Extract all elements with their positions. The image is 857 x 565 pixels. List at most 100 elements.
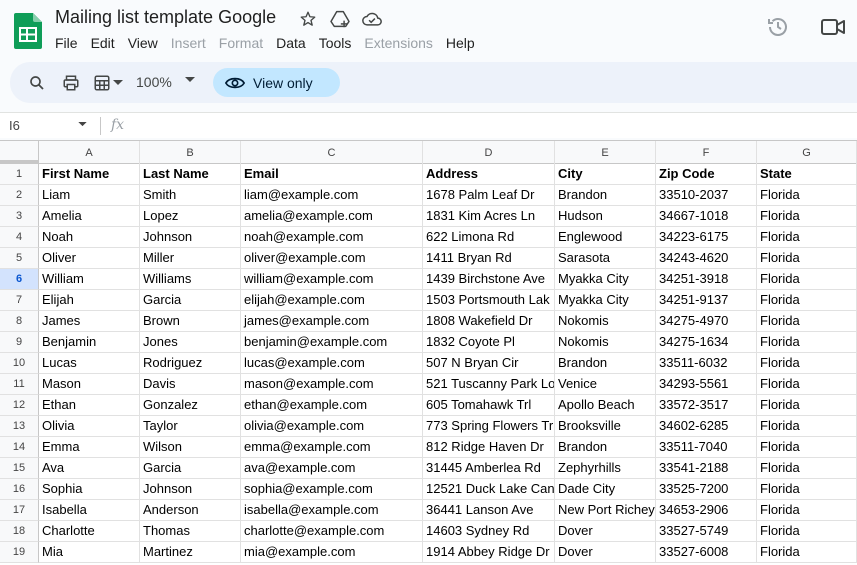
cell-g10[interactable]: Florida (757, 353, 857, 374)
cell-g3[interactable]: Florida (757, 206, 857, 227)
cell-a15[interactable]: Ava (39, 458, 140, 479)
cell-e2[interactable]: Brandon (555, 185, 656, 206)
row-header-19[interactable]: 19 (0, 542, 39, 563)
cell-g4[interactable]: Florida (757, 227, 857, 248)
zoom-chevron-down-icon[interactable] (185, 75, 195, 86)
cell-d11[interactable]: 521 Tuscanny Park Lo (423, 374, 555, 395)
cell-c5[interactable]: oliver@example.com (241, 248, 423, 269)
menu-help[interactable]: Help (446, 35, 475, 51)
name-box-chevron-down-icon[interactable] (78, 119, 87, 129)
cell-g6[interactable]: Florida (757, 269, 857, 290)
cell-b16[interactable]: Johnson (140, 479, 241, 500)
row-header-1[interactable]: 1 (0, 164, 39, 185)
row-header-9[interactable]: 9 (0, 332, 39, 353)
cell-g11[interactable]: Florida (757, 374, 857, 395)
cell-e17[interactable]: New Port Richey (555, 500, 656, 521)
cell-f16[interactable]: 33525-7200 (656, 479, 757, 500)
cell-a13[interactable]: Olivia (39, 416, 140, 437)
cell-d2[interactable]: 1678 Palm Leaf Dr (423, 185, 555, 206)
menu-insert[interactable]: Insert (171, 35, 206, 51)
cell-c3[interactable]: amelia@example.com (241, 206, 423, 227)
cell-g1[interactable]: State (757, 164, 857, 185)
row-header-12[interactable]: 12 (0, 395, 39, 416)
row-header-13[interactable]: 13 (0, 416, 39, 437)
cell-f12[interactable]: 33572-3517 (656, 395, 757, 416)
cell-d15[interactable]: 31445 Amberlea Rd (423, 458, 555, 479)
cell-a10[interactable]: Lucas (39, 353, 140, 374)
cell-e16[interactable]: Dade City (555, 479, 656, 500)
cell-b12[interactable]: Gonzalez (140, 395, 241, 416)
cell-f6[interactable]: 34251-3918 (656, 269, 757, 290)
cell-g19[interactable]: Florida (757, 542, 857, 563)
cell-f10[interactable]: 33511-6032 (656, 353, 757, 374)
search-menus-icon[interactable] (26, 72, 48, 94)
version-history-icon[interactable] (766, 15, 790, 44)
cell-b8[interactable]: Brown (140, 311, 241, 332)
cell-d13[interactable]: 773 Spring Flowers Tr (423, 416, 555, 437)
cell-a16[interactable]: Sophia (39, 479, 140, 500)
select-format-icon[interactable] (91, 72, 113, 94)
cell-a6[interactable]: William (39, 269, 140, 290)
cell-f5[interactable]: 34243-4620 (656, 248, 757, 269)
cell-d12[interactable]: 605 Tomahawk Trl (423, 395, 555, 416)
view-only-button[interactable]: View only (213, 68, 340, 97)
cell-c1[interactable]: Email (241, 164, 423, 185)
cell-d8[interactable]: 1808 Wakefield Dr (423, 311, 555, 332)
cell-c7[interactable]: elijah@example.com (241, 290, 423, 311)
row-header-14[interactable]: 14 (0, 437, 39, 458)
star-icon[interactable] (297, 8, 319, 30)
cell-f14[interactable]: 33511-7040 (656, 437, 757, 458)
cell-f18[interactable]: 33527-5749 (656, 521, 757, 542)
zoom-select[interactable]: 100% (136, 74, 172, 90)
cell-a3[interactable]: Amelia (39, 206, 140, 227)
cell-c18[interactable]: charlotte@example.com (241, 521, 423, 542)
cell-c19[interactable]: mia@example.com (241, 542, 423, 563)
cell-a11[interactable]: Mason (39, 374, 140, 395)
menu-file[interactable]: File (55, 35, 78, 51)
menu-format[interactable]: Format (219, 35, 263, 51)
cell-f8[interactable]: 34275-4970 (656, 311, 757, 332)
cell-e12[interactable]: Apollo Beach (555, 395, 656, 416)
row-header-3[interactable]: 3 (0, 206, 39, 227)
cell-b5[interactable]: Miller (140, 248, 241, 269)
cell-f7[interactable]: 34251-9137 (656, 290, 757, 311)
cell-d3[interactable]: 1831 Kim Acres Ln (423, 206, 555, 227)
cell-e18[interactable]: Dover (555, 521, 656, 542)
cell-c13[interactable]: olivia@example.com (241, 416, 423, 437)
cell-c11[interactable]: mason@example.com (241, 374, 423, 395)
cell-b13[interactable]: Taylor (140, 416, 241, 437)
menu-extensions[interactable]: Extensions (364, 35, 432, 51)
cell-d4[interactable]: 622 Limona Rd (423, 227, 555, 248)
cell-a1[interactable]: First Name (39, 164, 140, 185)
cell-d19[interactable]: 1914 Abbey Ridge Dr (423, 542, 555, 563)
cell-d5[interactable]: 1411 Bryan Rd (423, 248, 555, 269)
cell-a18[interactable]: Charlotte (39, 521, 140, 542)
cell-e8[interactable]: Nokomis (555, 311, 656, 332)
cell-d17[interactable]: 36441 Lanson Ave (423, 500, 555, 521)
cell-a14[interactable]: Emma (39, 437, 140, 458)
menu-tools[interactable]: Tools (319, 35, 352, 51)
cell-d9[interactable]: 1832 Coyote Pl (423, 332, 555, 353)
cell-g9[interactable]: Florida (757, 332, 857, 353)
column-header-c[interactable]: C (241, 141, 423, 164)
cell-b15[interactable]: Garcia (140, 458, 241, 479)
cell-f9[interactable]: 34275-1634 (656, 332, 757, 353)
row-header-11[interactable]: 11 (0, 374, 39, 395)
cell-b9[interactable]: Jones (140, 332, 241, 353)
cell-d14[interactable]: 812 Ridge Haven Dr (423, 437, 555, 458)
cell-f11[interactable]: 34293-5561 (656, 374, 757, 395)
row-header-4[interactable]: 4 (0, 227, 39, 248)
cell-b6[interactable]: Williams (140, 269, 241, 290)
cell-e7[interactable]: Myakka City (555, 290, 656, 311)
cell-f15[interactable]: 33541-2188 (656, 458, 757, 479)
cell-c8[interactable]: james@example.com (241, 311, 423, 332)
cell-b3[interactable]: Lopez (140, 206, 241, 227)
cell-a8[interactable]: James (39, 311, 140, 332)
cell-d18[interactable]: 14603 Sydney Rd (423, 521, 555, 542)
menu-edit[interactable]: Edit (91, 35, 115, 51)
cell-g17[interactable]: Florida (757, 500, 857, 521)
cell-f17[interactable]: 34653-2906 (656, 500, 757, 521)
cell-d7[interactable]: 1503 Portsmouth Lak (423, 290, 555, 311)
name-box[interactable]: I6 (9, 118, 20, 133)
cell-c2[interactable]: liam@example.com (241, 185, 423, 206)
